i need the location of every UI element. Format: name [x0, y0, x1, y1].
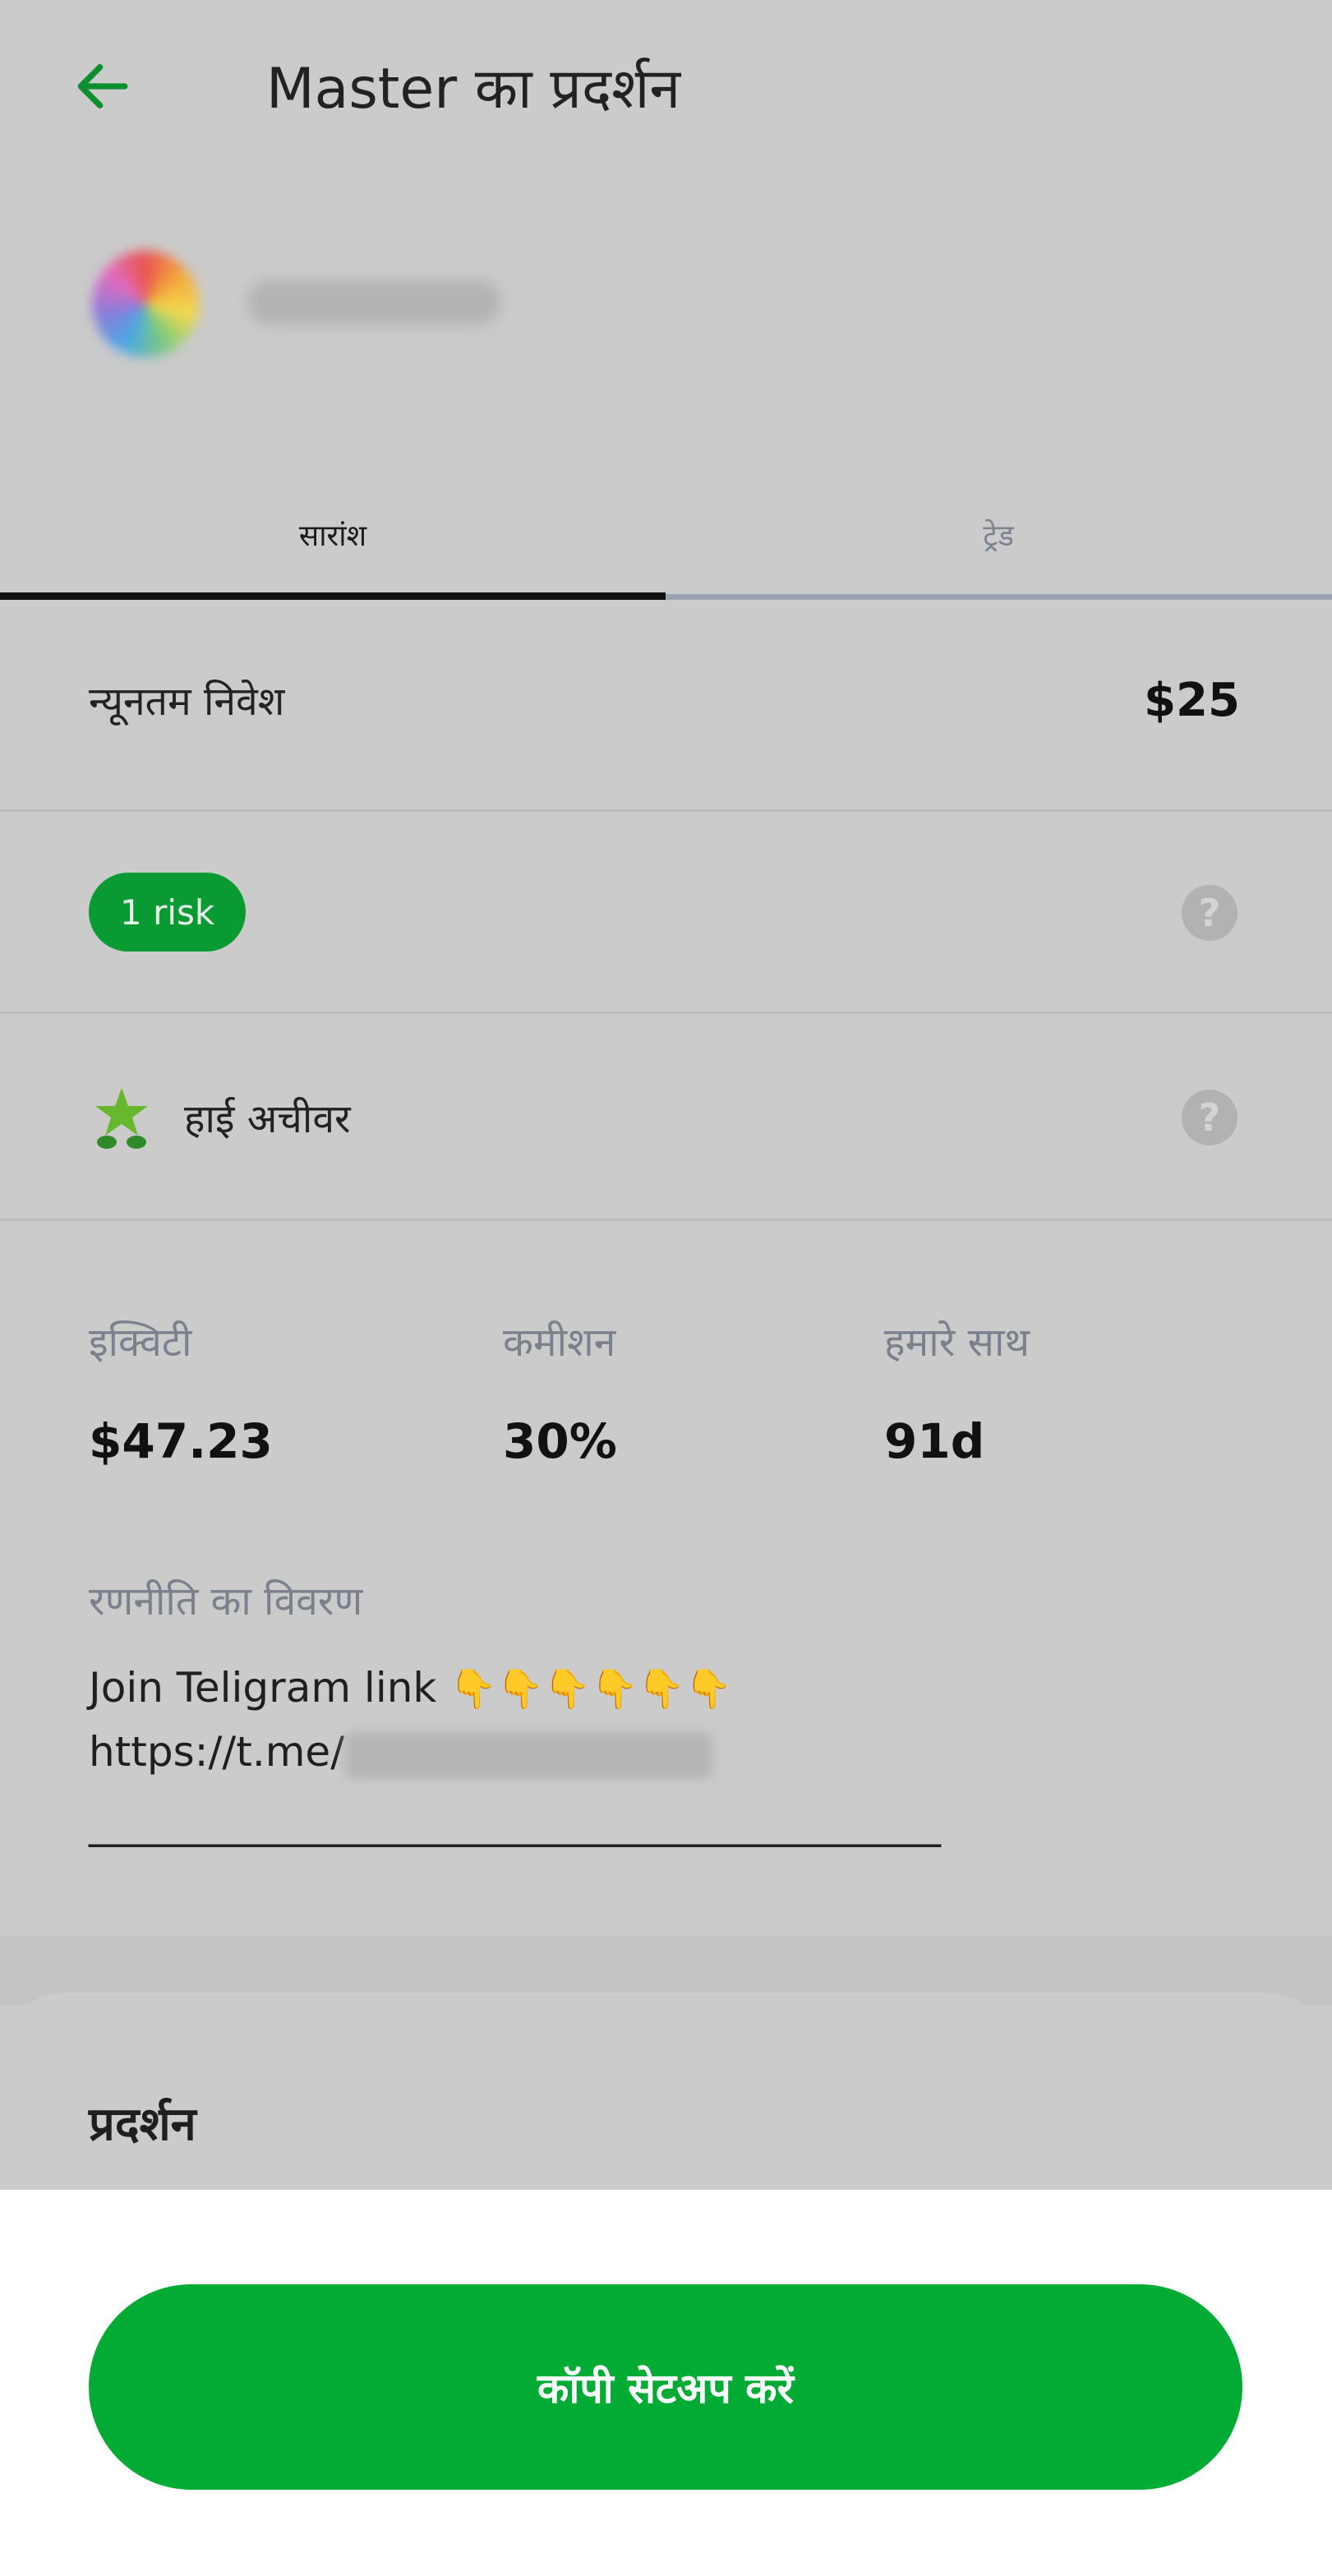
summary-card-bottom [0, 1890, 1332, 1936]
master-username: social_work [247, 279, 501, 325]
with-us-value: 91d [884, 1413, 985, 1469]
min-investment-label: न्यूनतम निवेश [89, 679, 285, 725]
tab-summary[interactable]: सारांश [0, 468, 666, 600]
arrow-left-icon [77, 64, 128, 108]
divider [0, 1219, 1332, 1221]
equity-label: इक्विटी [89, 1320, 192, 1366]
performance-card [0, 1993, 1332, 2190]
tab-trades[interactable]: ट्रेड [666, 468, 1331, 600]
risk-badge: 1 risk [89, 873, 247, 952]
risk-help-icon[interactable]: ? [1182, 885, 1238, 941]
achiever-label: हाई अचीवर [184, 1096, 351, 1142]
commission-value: 30% [503, 1413, 617, 1469]
page-title: Master का प्रदर्शन [266, 57, 681, 122]
min-investment-value: $25 [1144, 674, 1240, 727]
link-prefix: https://t.me/ [89, 1728, 345, 1776]
divider [0, 1012, 1332, 1014]
strategy-text: Join Teligram link [89, 1664, 437, 1712]
copy-setup-button[interactable]: कॉपी सेटअप करें [89, 2284, 1242, 2490]
blurred-handle: social_work_india [344, 1730, 713, 1779]
equity-value: $47.23 [89, 1413, 273, 1469]
active-tab-indicator [0, 592, 666, 600]
strategy-separator: ________________________________________… [89, 1800, 941, 1847]
pointing-down-emoji: 👇👇👇👇👇👇 [449, 1666, 732, 1711]
achiever-help-icon[interactable]: ? [1182, 1090, 1238, 1145]
back-button[interactable] [58, 45, 148, 127]
performance-title: प्रदर्शन [89, 2098, 196, 2151]
avatar [92, 251, 199, 357]
telegram-link[interactable]: https://t.me/social_work_india [89, 1728, 713, 1779]
star-achiever-icon [92, 1085, 151, 1150]
commission-label: कमीशन [503, 1320, 616, 1366]
strategy-heading: रणनीति का विवरण [89, 1578, 363, 1624]
divider [0, 809, 1332, 812]
with-us-label: हमारे साथ [884, 1320, 1030, 1366]
tab-track [666, 594, 1332, 600]
strategy-text-line: Join Teligram link 👇👇👇👇👇👇 [89, 1664, 732, 1712]
